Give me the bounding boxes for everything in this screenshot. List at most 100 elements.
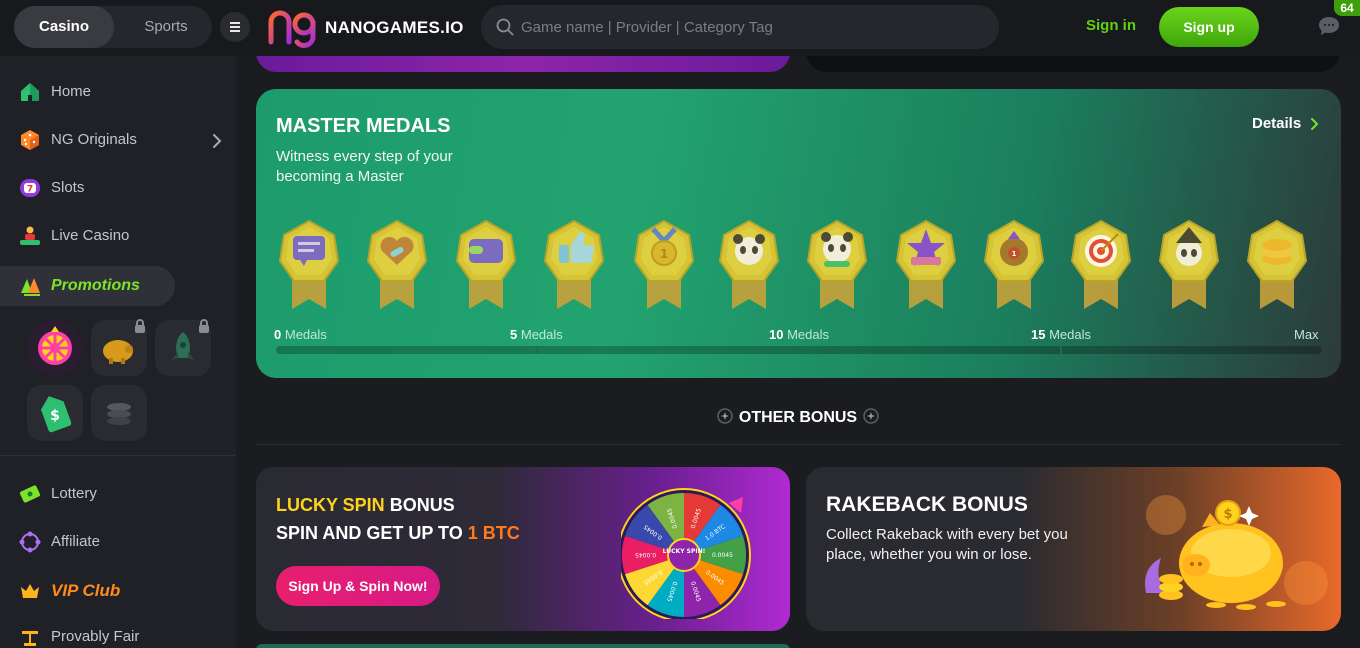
rocket-shortcut[interactable]	[155, 319, 211, 376]
sidebar-item-label: Home	[51, 83, 92, 100]
sidebar-item-vip-club[interactable]: VIP Club	[18, 577, 218, 605]
thumbs-up-medal-icon[interactable]	[541, 219, 607, 311]
wheel-segment-label: 0.0045	[635, 551, 656, 558]
lucky-wheel-icon	[38, 326, 72, 365]
heart-medal-icon[interactable]	[364, 219, 430, 311]
lucky-spin-highlight: LUCKY SPIN	[276, 495, 385, 515]
ribbon-medal-icon[interactable]: 1	[631, 219, 697, 311]
piggy-bank-illustration: $	[1145, 495, 1328, 610]
lucky-spin-title: LUCKY SPIN BONUS	[276, 495, 455, 516]
home-icon	[21, 83, 39, 101]
lucky-spin-card[interactable]: LUCKY SPIN BONUS SPIN AND GET UP TO 1 BT…	[256, 467, 790, 631]
sidebar: Home NG Originals 7 Slots Live Casino Pr…	[0, 56, 236, 648]
milestone-5: 5 Medals	[510, 327, 563, 342]
sidebar-item-label: Promotions	[51, 277, 140, 294]
rakeback-title: RAKEBACK BONUS	[826, 493, 1028, 516]
price-tag-icon: $	[40, 396, 72, 433]
sidebar-divider	[0, 455, 236, 456]
casino-sports-switch: Casino Sports	[14, 6, 212, 48]
rank-medal-icon[interactable]: 1	[981, 219, 1047, 311]
promo-card-top-right[interactable]	[806, 56, 1340, 72]
milestone-number: 15	[1031, 327, 1046, 342]
svg-text:1: 1	[660, 247, 668, 261]
signin-link[interactable]: Sign in	[1086, 17, 1136, 34]
progress-tick	[798, 346, 800, 354]
tab-sports[interactable]: Sports	[122, 6, 210, 48]
lucky-spin-subtitle-text: SPIN AND GET UP TO	[276, 523, 468, 543]
lucky-wheel-shortcut[interactable]	[27, 320, 83, 376]
scales-icon	[22, 631, 38, 646]
sidebar-item-label: Affiliate	[51, 533, 100, 550]
coin-stack-icon	[107, 403, 131, 425]
sidebar-item-label: Provably Fair	[51, 628, 140, 645]
sparkle-icon	[717, 408, 733, 424]
next-card-edge	[256, 644, 790, 648]
chat-medal-icon[interactable]	[276, 219, 342, 311]
sidebar-item-affiliate[interactable]: Affiliate	[18, 528, 218, 556]
sidebar-item-label: Live Casino	[51, 227, 130, 244]
chat-icon[interactable]	[1318, 16, 1340, 36]
milestone-unit: Medals	[787, 327, 830, 342]
promotions-icon	[21, 278, 40, 296]
promo-card-top-left[interactable]	[256, 56, 790, 72]
sidebar-item-label: Lottery	[51, 485, 97, 502]
master-medals-card: MASTER MEDALS Witness every step of your…	[256, 89, 1341, 378]
chevron-right-icon[interactable]	[1311, 118, 1319, 130]
target-medal-icon[interactable]	[1068, 219, 1134, 311]
lucky-spin-title-rest: BONUS	[384, 495, 455, 515]
panda-medal-icon[interactable]	[716, 219, 782, 311]
menu-icon-bar	[230, 30, 240, 32]
milestone-unit: Medals	[284, 327, 327, 342]
rakeback-card[interactable]: RAKEBACK BONUS Collect Rakeback with eve…	[806, 467, 1341, 631]
milestone-number: 0	[274, 327, 282, 342]
search-input[interactable]	[521, 5, 981, 49]
svg-text:$: $	[50, 408, 60, 424]
crown-icon	[21, 584, 39, 598]
sidebar-item-live-casino[interactable]: Live Casino	[18, 222, 218, 250]
other-bonus-heading: OTHER BONUS	[236, 408, 1360, 432]
details-link[interactable]: Details	[1252, 115, 1301, 132]
logo-text: NANOGAMES.IO	[325, 18, 464, 37]
wizard-panda-medal-icon[interactable]	[1156, 219, 1222, 311]
other-bonus-title: OTHER BONUS	[738, 409, 858, 426]
affiliate-icon	[19, 531, 41, 553]
sidebar-item-ng-originals[interactable]: NG Originals	[18, 126, 218, 154]
medals-progress-bar	[276, 346, 1322, 354]
coin-stack-shortcut[interactable]	[91, 385, 147, 441]
top-bar: Casino Sports NANOGAMES.IO Sign in Sign …	[0, 0, 1360, 56]
search-icon	[496, 18, 514, 36]
lock-icon	[135, 319, 145, 333]
sparkle-icon	[863, 408, 879, 424]
price-tag-shortcut[interactable]: $	[27, 385, 83, 441]
lock-icon	[199, 319, 209, 333]
sidebar-item-label: Slots	[51, 179, 85, 196]
chevron-right-icon[interactable]	[212, 134, 222, 148]
milestone-unit: Medals	[520, 327, 563, 342]
sidebar-item-lottery[interactable]: Lottery	[18, 480, 218, 508]
nanogames-logo-icon[interactable]	[268, 8, 324, 48]
sidebar-item-home[interactable]: Home	[18, 78, 218, 106]
star-medal-icon[interactable]	[893, 219, 959, 311]
signup-button[interactable]: Sign up	[1159, 7, 1259, 47]
lottery-icon	[19, 485, 41, 503]
panda-green-medal-icon[interactable]	[804, 219, 870, 311]
tab-casino[interactable]: Casino	[14, 6, 114, 48]
sidebar-item-label: VIP Club	[51, 581, 121, 600]
dice-icon	[21, 130, 39, 150]
milestone-0: 0 Medals	[274, 327, 327, 342]
wallet-medal-icon[interactable]	[453, 219, 519, 311]
menu-icon-bar	[230, 26, 240, 28]
piggy-bank-shortcut[interactable]	[91, 319, 147, 376]
milestone-number: 10	[769, 327, 784, 342]
rakeback-subtitle: Collect Rakeback with every bet you plac…	[826, 526, 1068, 563]
milestone-15: 15 Medals	[1031, 327, 1091, 342]
menu-toggle-button[interactable]	[220, 12, 250, 42]
coins-medal-icon[interactable]	[1244, 219, 1310, 311]
signup-spin-button[interactable]: Sign Up & Spin Now!	[276, 566, 440, 606]
sidebar-item-slots[interactable]: 7 Slots	[18, 174, 218, 202]
lucky-wheel-illustration: 0.00451.0 BTC0.00450.00450.00450.00450.0…	[621, 488, 751, 619]
progress-tick	[1060, 346, 1062, 354]
sidebar-item-provably-fair[interactable]: Provably Fair	[18, 623, 218, 648]
slots-icon: 7	[20, 179, 40, 197]
milestone-unit: Max	[1294, 327, 1319, 342]
